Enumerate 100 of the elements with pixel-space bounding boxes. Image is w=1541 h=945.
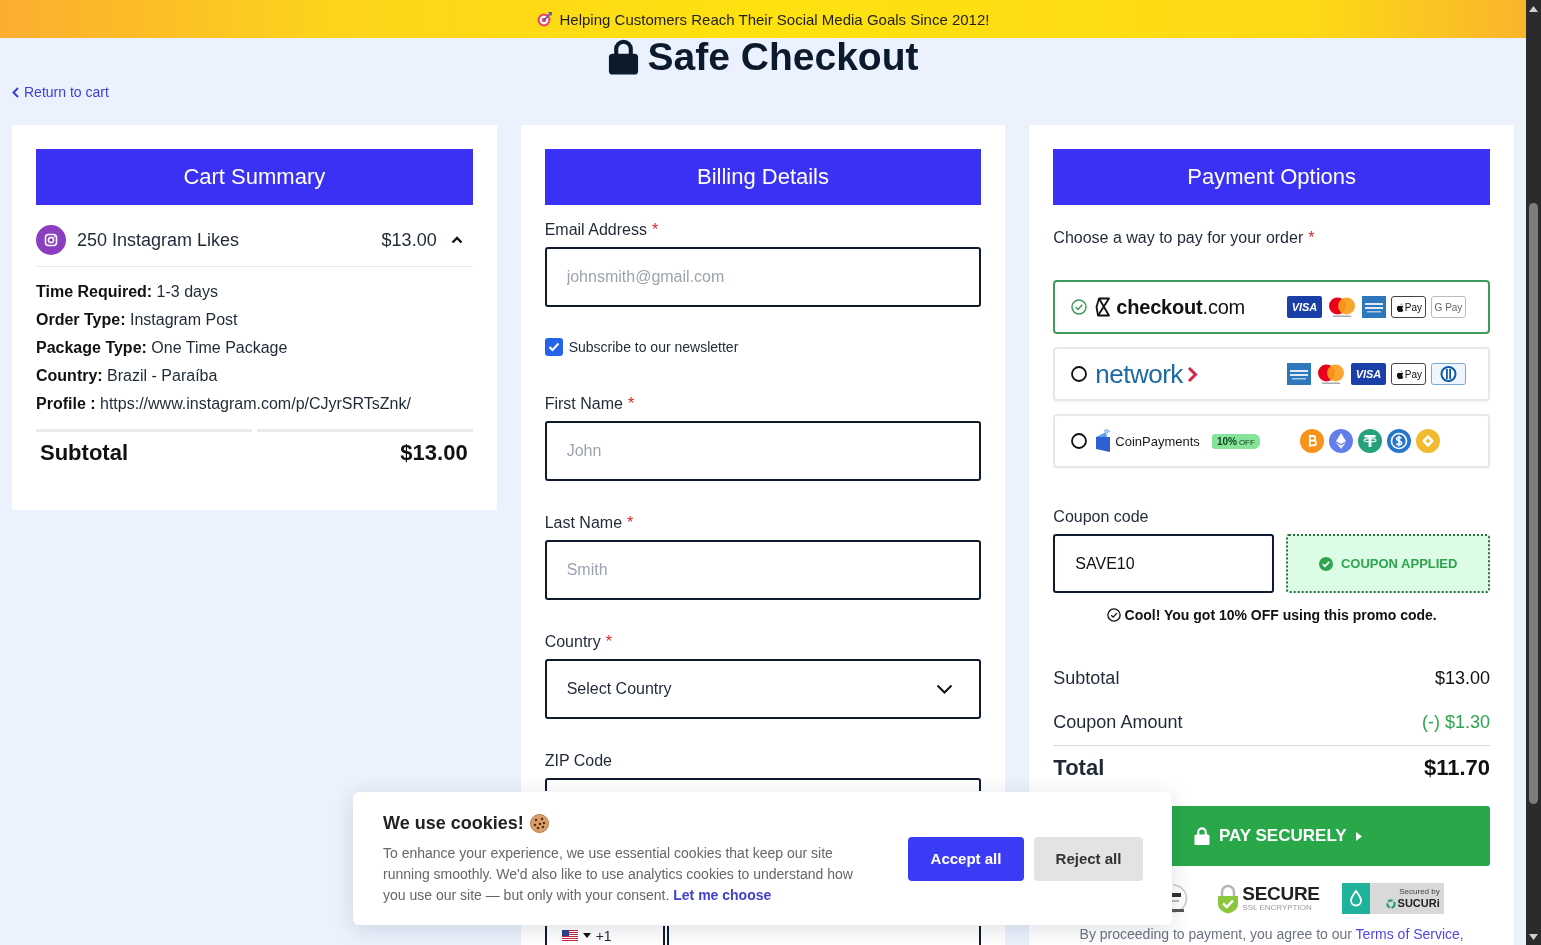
summary-label: Subtotal [1053,667,1120,689]
banner-text: Helping Customers Reach Their Social Media Goals Since 2012! [559,10,990,28]
card-logo-icon [1362,296,1386,318]
wallet-icon [1095,429,1112,453]
hourglass-icon [1095,297,1113,317]
discount-tag: 10% OFF [1211,433,1260,449]
field-label: Last Name * [544,513,635,533]
payment-option[interactable]: CoinPayments 10% OFF [1053,414,1490,468]
field-label: First Name * [544,394,636,414]
radio-icon [1071,366,1088,382]
chevron-down-icon [936,684,954,694]
ring-logo-icon [1385,898,1396,909]
item-name: 250 Instagram Likes [77,229,240,251]
scrollbar-thumb[interactable] [1529,203,1538,804]
coin-icon [1387,429,1411,453]
item-price: $13.00 [381,229,437,251]
lock-icon [1194,826,1210,846]
summary-label: Coupon Amount [1053,711,1183,733]
input-field[interactable]: johnsmith@gmail.com [544,247,982,307]
coin-icon [1358,429,1382,453]
let-me-choose-link[interactable]: Let me choose [673,886,772,903]
summary-value: $13.00 [1434,667,1490,689]
card-logo: VISA [1287,296,1322,318]
coin-icon [1329,429,1353,453]
coupon-message: Cool! You got 10% OFF using this promo code. [1124,607,1437,623]
summary-label: Total [1053,755,1105,781]
scroll-down-arrow-icon[interactable] [1529,934,1538,940]
terms-link[interactable]: Terms of Service [1355,926,1460,942]
flag-icon [561,930,578,941]
logo-text: network [1095,360,1183,388]
phone-input[interactable] [666,926,982,945]
summary-value: (-) $1.30 [1421,711,1490,733]
page-title: Safe Checkout [647,38,919,76]
reject-button[interactable]: Reject all [1034,836,1143,881]
section-header: Payment Options [1053,149,1490,205]
field-label: Email Address * [544,220,660,240]
apple-icon [1394,368,1404,380]
ssl-badge-subtitle: SSL ENCRYPTION [1242,903,1313,913]
subtotal-value: $13.00 [256,429,473,486]
coupon-label: Coupon code [1053,507,1150,527]
camera-icon [36,225,66,255]
cookie-title: We use cookies! [383,813,524,834]
card-logo: VISA [1351,363,1386,385]
section-header: Billing Details [544,149,982,205]
return-to-cart-link[interactable]: Return to cart [12,84,109,100]
field-label: ZIP Code [544,751,613,771]
seal-caption: Secured by [1399,887,1440,897]
country-select[interactable]: Select Country [544,659,982,719]
chevron-up-icon[interactable] [450,236,463,244]
card-logo-icon [1287,363,1311,385]
chevron-right-icon [1186,365,1198,383]
caret-right-icon [1355,831,1362,841]
field-label: Country * [544,632,613,652]
logo-text: Pay [1404,368,1423,380]
dial-code-select[interactable]: +1 [544,926,665,945]
payment-option[interactable]: network VISA Pay [1053,347,1490,401]
input-field[interactable] [544,778,982,791]
seal-title: SUCURi [1397,897,1440,910]
overlapping-circles-icon [1316,363,1346,385]
payment-option[interactable]: checkout.com VISA Pay G Pay [1053,280,1490,334]
cookie-icon [529,814,549,833]
scroll-up-arrow-icon[interactable] [1529,6,1538,12]
caret-down-icon [582,933,591,938]
coupon-input[interactable]: SAVE10 [1053,534,1275,593]
order-detail: Country: Brazil - Paraíba [36,366,219,386]
overlapping-circles-icon [1327,296,1357,318]
check-circle-icon [1071,299,1088,315]
check-circle-icon [1106,608,1121,622]
drop-icon [1341,883,1370,914]
target-icon [536,11,552,27]
logo-text: checkout.com [1116,295,1246,319]
order-detail: Profile : https://www.instagram.com/p/CJyrSRTsZnk/ [36,394,412,414]
apple-icon [1394,301,1404,313]
lock-icon [607,39,639,75]
order-detail: Order Type: Instagram Post [36,310,239,330]
ssl-badge-title: SECURE [1242,884,1320,903]
coin-icon [1416,429,1440,453]
section-header: Cart Summary [36,149,473,205]
input-field[interactable]: Smith [544,540,982,600]
subtotal-label: Subtotal [36,429,252,486]
checkmark-icon [547,342,560,352]
cookie-text: To enhance your experience, we use essential cookies that keep our site running smoothly. We'd also like to use analytics cookies to understand how you use our site — but only with your consent. Let me choose [383,843,854,905]
input-field[interactable]: John [544,421,982,481]
card-logo-icon [1431,363,1466,385]
chevron-left-icon [12,86,19,98]
checkbox-label: Subscribe to our newsletter [568,339,739,355]
logo-text: Pay [1404,301,1423,313]
radio-icon [1071,433,1088,449]
accept-button[interactable]: Accept all [908,836,1024,881]
summary-value: $11.70 [1423,755,1490,781]
order-detail: Package Type: One Time Package [36,338,289,358]
check-circle-icon [1318,556,1333,571]
payment-prompt: Choose a way to pay for your order * [1053,228,1316,248]
shield-check-icon [1217,883,1240,914]
card-logo: G Pay [1431,296,1466,318]
order-detail: Time Required: 1-3 days [36,282,219,302]
coin-icon [1300,429,1324,453]
logo-text: CoinPayments [1115,433,1200,449]
terms-text: By proceeding to payment, you agree to our Terms of Service, [1078,926,1465,942]
checkbox[interactable] [544,338,563,356]
